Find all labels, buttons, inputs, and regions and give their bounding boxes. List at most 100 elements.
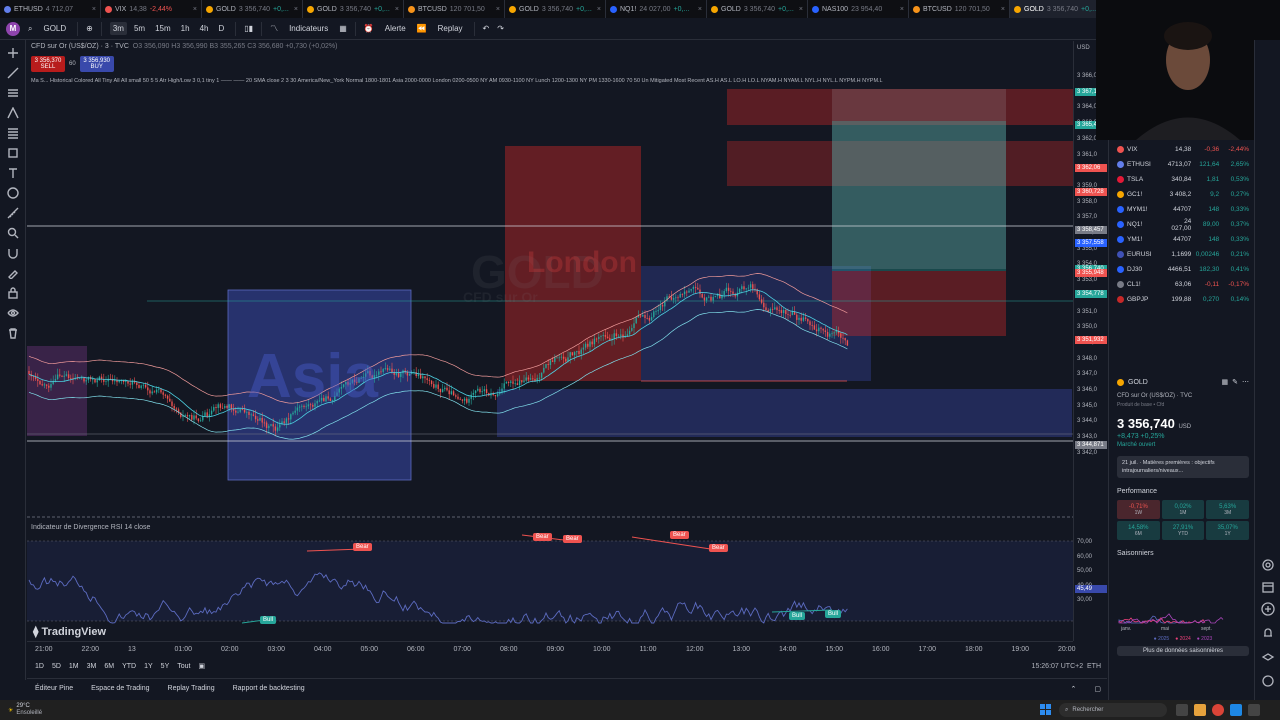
more-icon[interactable]: ⋯ — [1242, 378, 1249, 386]
task-view-icon[interactable] — [1176, 704, 1188, 716]
indicator-legend[interactable]: Ma S... Historical Colored All Tiny All … — [31, 78, 1041, 84]
edit-icon[interactable]: ✎ — [1232, 378, 1238, 386]
grid-icon[interactable]: ▦ — [1222, 378, 1229, 386]
date-range-icon[interactable]: ▣ — [198, 662, 205, 670]
crosshair-icon[interactable] — [6, 46, 20, 60]
templates-icon[interactable]: ▦ — [339, 24, 347, 33]
bottom-tab[interactable]: Espace de Trading — [91, 685, 149, 692]
browser-tab[interactable]: ETHUSD 4 712,07 × — [0, 0, 101, 18]
browser-tab[interactable]: GOLD3 356,740+0,... × — [202, 0, 303, 18]
watchlist-row[interactable]: TSLA 340,84 1,81 0,53% — [1117, 172, 1249, 187]
range-1d[interactable]: 1D — [35, 663, 44, 670]
interval-15m[interactable]: 15m — [152, 22, 174, 35]
close-tab-icon[interactable]: × — [698, 6, 702, 13]
search-icon[interactable]: ⌕ — [28, 24, 32, 34]
alert-icon[interactable]: ⏰ — [364, 24, 374, 33]
browser-tab[interactable]: GOLD3 356,740+0,... × — [707, 0, 808, 18]
eye-icon[interactable] — [6, 306, 20, 320]
indicators-button[interactable]: Indicateurs — [286, 22, 331, 35]
performance-cell[interactable]: 27,91% YTD — [1161, 521, 1205, 540]
text-icon[interactable] — [6, 166, 20, 180]
close-tab-icon[interactable]: × — [294, 6, 298, 13]
horizontal-lines-icon[interactable] — [6, 86, 20, 100]
app-icon[interactable] — [1248, 704, 1260, 716]
candle-type-icon[interactable]: ▯▮ — [244, 24, 253, 33]
range-1y[interactable]: 1Y — [144, 663, 153, 670]
range-tout[interactable]: Tout — [177, 663, 190, 670]
add-symbol-icon[interactable]: ⊕ — [86, 24, 93, 33]
interval-4h[interactable]: 4h — [197, 22, 212, 35]
alert-button[interactable]: Alerte — [382, 22, 409, 35]
browser-tab[interactable]: GOLD3 356,740+0,... × — [303, 0, 404, 18]
watchlist-row[interactable]: DJ30 4466,51 182,30 0,41% — [1117, 262, 1249, 277]
replay-icon[interactable]: ⏪ — [417, 24, 427, 33]
bottom-tab[interactable]: Rapport de backtesting — [233, 685, 305, 692]
browser-tab[interactable]: GOLD3 356,740+0,... × — [505, 0, 606, 18]
indicators-icon[interactable]: 〽 — [270, 23, 278, 34]
weather-widget[interactable]: ☀ 29°C Ensoleillé — [0, 703, 80, 717]
file-explorer-icon[interactable] — [1194, 704, 1206, 716]
watchlist-row[interactable]: MYM1! 44707 148 0,33% — [1117, 202, 1249, 217]
user-avatar[interactable]: M — [6, 21, 20, 36]
rectangle-icon[interactable] — [6, 146, 20, 160]
redo-icon[interactable]: ↷ — [497, 24, 504, 33]
browser-tab[interactable]: VIX 14,38 -2,44% × — [101, 0, 202, 18]
target-icon[interactable] — [1261, 558, 1275, 572]
close-tab-icon[interactable]: × — [1001, 6, 1005, 13]
ruler-icon[interactable] — [6, 206, 20, 220]
start-icon[interactable] — [1040, 704, 1052, 716]
range-3m[interactable]: 3M — [87, 663, 97, 670]
buy-button[interactable]: 3 356,930 BUY — [79, 56, 114, 72]
symbol-search-button[interactable]: GOLD — [40, 22, 69, 35]
interval-5m[interactable]: 5m — [131, 22, 148, 35]
edge-icon[interactable] — [1230, 704, 1242, 716]
grid-apps-icon[interactable] — [1261, 602, 1275, 616]
time-axis[interactable]: 21:00 22:00 13 01:00 02:00 03:00 04:00 05:00 06:… — [27, 641, 1076, 657]
close-tab-icon[interactable]: × — [900, 6, 904, 13]
details-symbol[interactable]: GOLD — [1128, 379, 1148, 386]
pitchfork-icon[interactable] — [6, 106, 20, 120]
trash-icon[interactable] — [6, 326, 20, 340]
watchlist-row[interactable]: GC1! 3 408,2 9,2 0,27% — [1117, 187, 1249, 202]
trendline-icon[interactable] — [6, 66, 20, 80]
performance-cell[interactable]: 0,02% 1M — [1161, 500, 1205, 519]
price-chart[interactable]: CFD sur Or (US$/OZ) · 3 · TVC O3 356,090… — [27, 41, 1073, 641]
seasonals-chart[interactable]: janv. mai sept. — [1117, 561, 1247, 632]
layers-icon[interactable] — [1261, 650, 1275, 664]
browser-tab[interactable]: NAS100 23 954,40 × — [808, 0, 909, 18]
close-tab-icon[interactable]: × — [92, 6, 96, 13]
brush-icon[interactable] — [6, 266, 20, 280]
more-seasonals-button[interactable]: Plus de données saisonnières — [1117, 646, 1249, 656]
interval-3m[interactable]: 3m — [109, 22, 127, 35]
close-tab-icon[interactable]: × — [496, 6, 500, 13]
session-type[interactable]: ETH — [1087, 663, 1101, 670]
fib-icon[interactable] — [6, 126, 20, 140]
bottom-tab[interactable]: Replay Trading — [168, 685, 215, 692]
clock-readout[interactable]: 15:26:07 UTC+2 ETH — [1032, 663, 1101, 670]
calendar-icon[interactable] — [1261, 580, 1275, 594]
taskbar-search[interactable]: ⌕ Rechercher — [1059, 703, 1167, 717]
browser-tab[interactable]: NQ1! 24 027,00 +0,... × — [606, 0, 707, 18]
news-item[interactable]: 21 juil. · Matières premières : objectif… — [1117, 456, 1249, 478]
close-tab-icon[interactable]: × — [395, 6, 399, 13]
performance-cell[interactable]: -0,71% 1W — [1117, 500, 1160, 519]
watchlist-row[interactable]: NQ1! 24 027,00 89,00 0,37% — [1117, 217, 1249, 232]
zoom-icon[interactable] — [6, 226, 20, 240]
collapse-icon[interactable]: ⌃ — [1071, 685, 1077, 693]
close-tab-icon[interactable]: × — [193, 6, 197, 13]
undo-icon[interactable]: ↶ — [483, 24, 490, 33]
range-ytd[interactable]: YTD — [122, 663, 136, 670]
performance-cell[interactable]: 14,58% 6M — [1117, 521, 1160, 540]
emoji-icon[interactable] — [6, 186, 20, 200]
sell-button[interactable]: 3 356,370 SELL — [31, 56, 65, 72]
bottom-tab[interactable]: Éditeur Pine — [35, 685, 73, 692]
range-6m[interactable]: 6M — [104, 663, 114, 670]
watchlist-row[interactable]: EURUSI 1,1699 0,00246 0,21% — [1117, 247, 1249, 262]
close-tab-icon[interactable]: × — [799, 6, 803, 13]
maximize-icon[interactable]: ▢ — [1094, 685, 1101, 693]
replay-button[interactable]: Replay — [435, 22, 466, 35]
performance-cell[interactable]: 5,63% 3M — [1206, 500, 1249, 519]
lock-icon[interactable] — [6, 286, 20, 300]
browser-tab[interactable]: BTCUSD 120 701,50 × — [909, 0, 1010, 18]
watchlist-row[interactable]: GBPJP 199,88 0,270 0,14% — [1117, 292, 1249, 307]
